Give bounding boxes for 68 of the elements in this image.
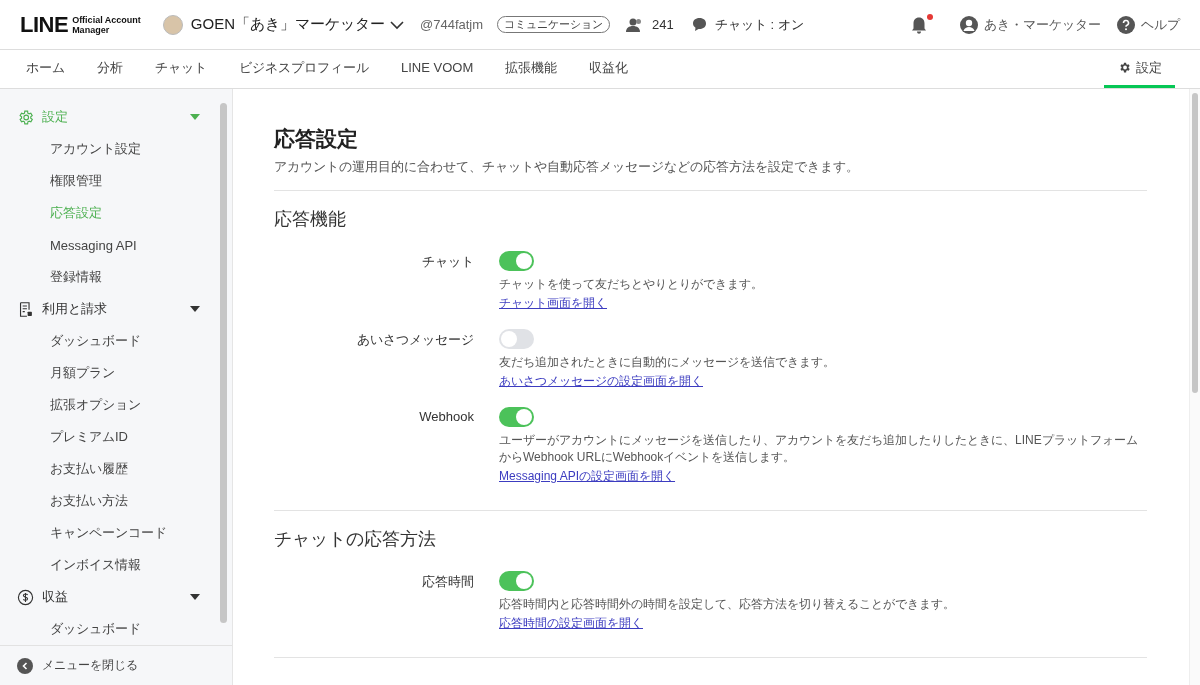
scrollbar-thumb[interactable]: [220, 103, 227, 623]
nav-tab[interactable]: 収益化: [573, 50, 645, 88]
logo-subtitle: Official Account: [72, 14, 141, 25]
setting-label: チャット: [421, 253, 474, 271]
sidebar-item[interactable]: 権限管理: [0, 165, 232, 197]
toggle-switch[interactable]: [499, 251, 534, 271]
sidebar-item[interactable]: ダッシュボード: [0, 325, 232, 357]
setting-description: 友だち追加されたときに自動的にメッセージを送信できます。: [499, 354, 835, 371]
nav-tab[interactable]: 分析: [81, 50, 139, 88]
avatar-icon: [162, 14, 183, 35]
logo-wordmark: LINE: [20, 11, 69, 38]
nav-tab[interactable]: 拡張機能: [489, 50, 574, 88]
toggle-switch[interactable]: [499, 570, 534, 591]
sidebar-item[interactable]: お支払い方法: [0, 485, 232, 517]
close-menu-button[interactable]: メニューを閉じる: [0, 645, 232, 685]
sidebar-item[interactable]: 月額プラン: [0, 357, 232, 389]
caret-icon: [190, 594, 200, 600]
sidebar-item[interactable]: インボイス情報: [0, 549, 232, 581]
sidebar-item[interactable]: 拡張オプション: [0, 389, 232, 421]
settings-link[interactable]: 応答時間の設定画面を開く: [499, 614, 643, 632]
help-icon: [1117, 15, 1135, 34]
setting-description: ユーザーがアカウントにメッセージを送信したり、アカウントを友だち追加したりしたときに、LINEプラットフォームからWebhook URLにWebhookイベントを送信します。: [499, 432, 1139, 465]
chevron-down-icon: [390, 19, 404, 30]
section-heading: 応答機能: [274, 208, 347, 231]
setting-description: 応答時間内と応答時間外の時間を設定して、応答方法を切り替えることができます。: [499, 595, 955, 612]
settings-link[interactable]: Messaging APIの設定画面を開く: [499, 467, 676, 485]
sidebar-item[interactable]: アカウント設定: [0, 133, 232, 165]
nav-tab[interactable]: LINE VOOM: [385, 50, 490, 88]
caret-icon: [190, 306, 200, 312]
sidebar-item[interactable]: 登録情報: [0, 261, 232, 293]
setting-description: チャットを使って友だちとやりとりができます。: [499, 276, 763, 293]
sidebar-item[interactable]: キャンペーンコード: [0, 517, 232, 549]
document-icon: [17, 300, 34, 318]
sidebar-item[interactable]: プレミアムID: [0, 421, 232, 453]
logo-subtitle: Manager: [72, 24, 111, 35]
user-icon: [960, 15, 978, 34]
user-menu[interactable]: あき・マーケッター: [960, 15, 1101, 34]
help-link[interactable]: ヘルプ: [1117, 15, 1180, 34]
settings-link[interactable]: あいさつメッセージの設定画面を開く: [499, 373, 703, 391]
setting-label: あいさつメッセージ: [356, 331, 474, 350]
nav-tab[interactable]: チャット: [139, 50, 223, 88]
sidebar-item[interactable]: お支払い履歴: [0, 453, 232, 485]
settings-tab[interactable]: 設定: [1104, 50, 1175, 88]
account-switcher[interactable]: GOEN「あき」マーケッター: [190, 15, 404, 34]
settings-link[interactable]: チャット画面を開く: [499, 295, 607, 313]
setting-label: 応答時間: [421, 572, 474, 591]
toggle-switch[interactable]: [499, 329, 534, 350]
caret-icon: [190, 114, 200, 120]
nav-tab[interactable]: ビジネスプロフィール: [223, 50, 385, 88]
chevron-left-icon: [17, 657, 33, 674]
friends-count: 241: [652, 17, 674, 32]
account-id: @744fatjm: [420, 17, 484, 32]
toggle-switch[interactable]: [499, 407, 534, 428]
dollar-coin-icon: [17, 588, 34, 606]
sidebar-group[interactable]: 利用と請求: [0, 293, 232, 325]
setting-label: Webhook: [418, 408, 474, 427]
notification-button[interactable]: [910, 14, 930, 35]
gear-icon: [17, 108, 34, 126]
page-title: 応答設定: [274, 126, 359, 152]
speech-bubble-icon: [691, 17, 707, 32]
sidebar-item[interactable]: ダッシュボード: [0, 613, 232, 645]
sidebar-group[interactable]: 収益: [0, 581, 232, 613]
page-description: アカウントの運用目的に合わせて、チャットや自動応答メッセージなどの応答方法を設定できます。: [274, 159, 1147, 191]
section-heading: チャットの応答方法: [274, 527, 437, 551]
chat-status: チャット : オン: [714, 15, 804, 34]
scrollbar-thumb[interactable]: [1192, 93, 1198, 393]
sidebar-item[interactable]: Messaging API: [0, 229, 232, 261]
nav-tab[interactable]: ホーム: [10, 50, 81, 88]
